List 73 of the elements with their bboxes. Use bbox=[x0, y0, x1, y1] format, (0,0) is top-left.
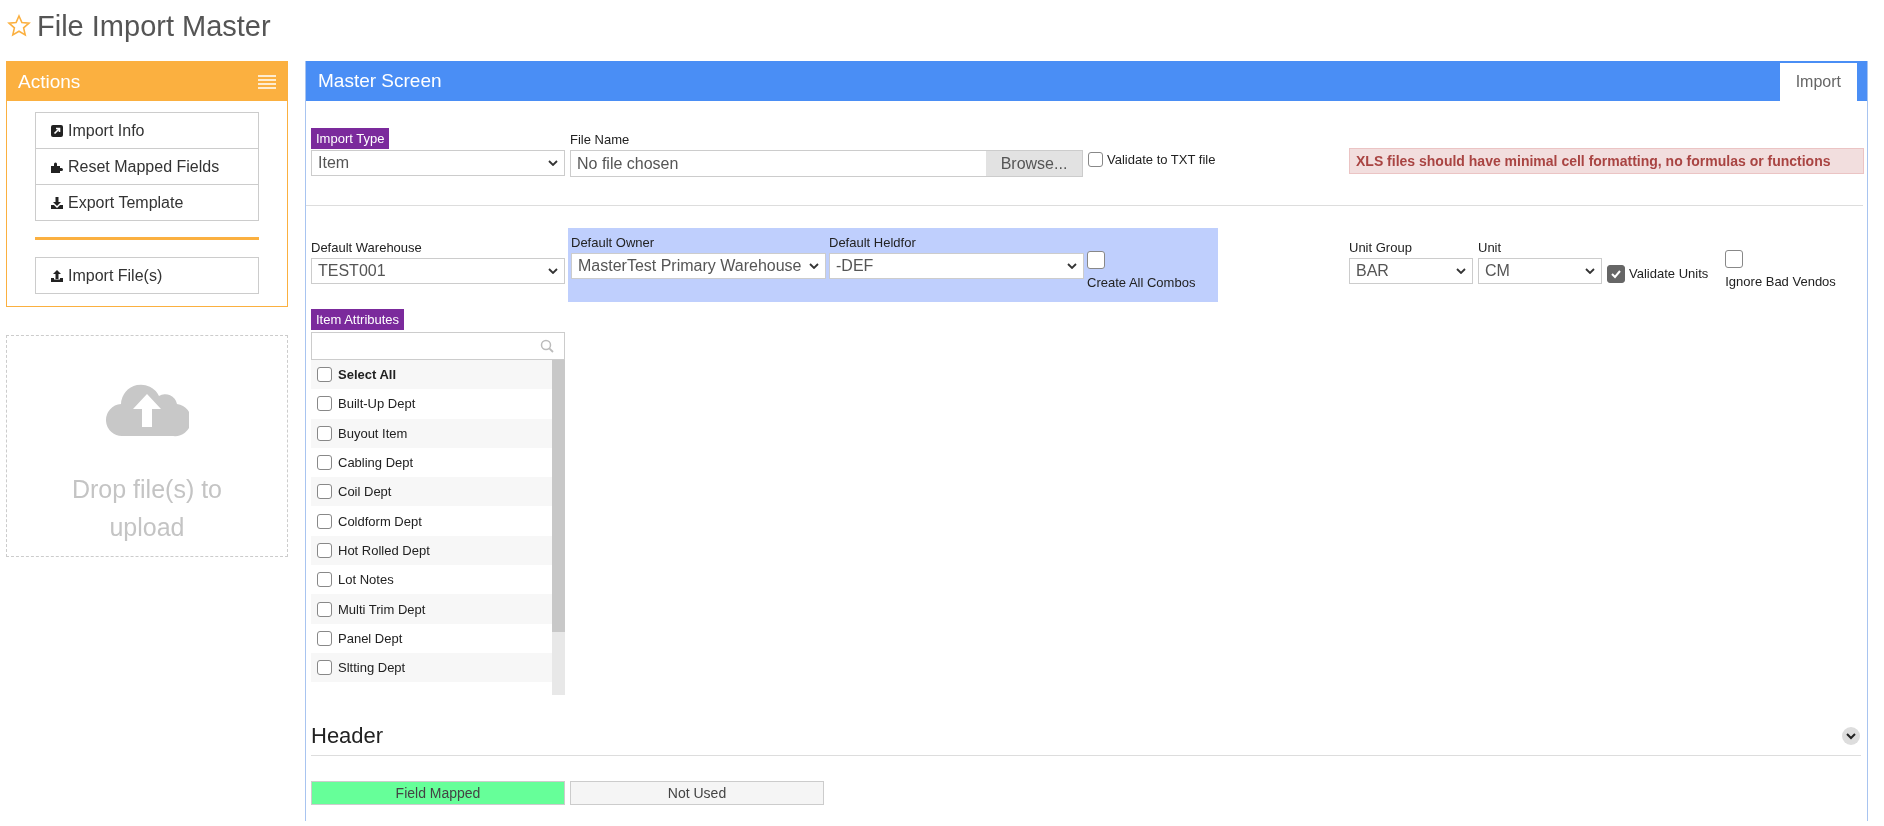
download-icon bbox=[50, 195, 64, 210]
upload-icon bbox=[50, 268, 64, 283]
checkbox[interactable] bbox=[317, 513, 332, 529]
checkbox[interactable] bbox=[317, 367, 332, 383]
list-item-label: Lot Notes bbox=[338, 572, 394, 588]
checkbox-label: Create All Combos bbox=[1087, 275, 1197, 290]
checkbox[interactable] bbox=[317, 601, 332, 617]
checkbox[interactable] bbox=[317, 425, 332, 441]
checkbox[interactable] bbox=[317, 572, 332, 588]
panel-title: Master Screen bbox=[317, 70, 442, 92]
list-item-label: Coil Dept bbox=[338, 484, 392, 500]
checkbox[interactable] bbox=[317, 630, 332, 646]
action-button[interactable]: Export Template bbox=[35, 184, 259, 221]
scrollbar-thumb[interactable] bbox=[552, 360, 565, 632]
field-label: Unit Group bbox=[1349, 239, 1413, 257]
list-item-label: Coldform Dept bbox=[338, 513, 422, 529]
checkbox-label: Validate to TXT file bbox=[1107, 152, 1216, 167]
caret-icon bbox=[1067, 263, 1077, 269]
field-label: Item Attributes bbox=[311, 309, 405, 330]
caret-icon bbox=[548, 268, 558, 274]
checkbox[interactable] bbox=[317, 455, 332, 471]
field-label: Default Heldfor bbox=[829, 234, 917, 252]
checkbox[interactable] bbox=[1607, 264, 1625, 283]
checkbox[interactable] bbox=[1088, 152, 1103, 167]
field-label: Import Type bbox=[311, 128, 390, 149]
action-button[interactable]: Import File(s) bbox=[35, 257, 259, 294]
checkbox-label: Ignore Bad Vendos bbox=[1725, 274, 1836, 289]
external-link-icon bbox=[50, 123, 64, 138]
caret-icon bbox=[1585, 268, 1595, 274]
checkbox[interactable] bbox=[317, 660, 332, 676]
search-field[interactable] bbox=[311, 332, 565, 360]
dropdown[interactable]: BAR bbox=[1349, 258, 1473, 284]
list-item-label: Multi Trim Dept bbox=[338, 601, 426, 617]
checkbox[interactable] bbox=[317, 484, 332, 500]
checkbox-label: Validate Units bbox=[1629, 266, 1709, 281]
caret-icon bbox=[1456, 268, 1466, 274]
list-item-label: Cabling Dept bbox=[338, 455, 414, 471]
file-input[interactable]: No file chosen Browse... bbox=[570, 150, 1083, 177]
list-item-label: Built-Up Dept bbox=[338, 396, 416, 412]
dropdown[interactable]: TEST001 bbox=[311, 258, 565, 284]
caret-icon bbox=[809, 263, 819, 269]
field-label: File Name bbox=[570, 131, 631, 149]
list-item-label: Panel Dept bbox=[338, 630, 403, 646]
warning-message: XLS files should have minimal cell formatting, no formulas or functions bbox=[1349, 148, 1864, 174]
legend-item: Not Used bbox=[570, 781, 824, 805]
field-label: Default Warehouse bbox=[311, 239, 423, 257]
list-item-label: Select All bbox=[338, 367, 397, 383]
action-button[interactable]: Reset Mapped Fields bbox=[35, 148, 259, 185]
list-item-label: Buyout Item bbox=[338, 425, 408, 441]
list-item-label: Sltting Dept bbox=[338, 660, 406, 676]
list-item-label: Hot Rolled Dept bbox=[338, 542, 430, 558]
checkbox[interactable] bbox=[317, 396, 332, 412]
dropdown[interactable]: Item bbox=[311, 150, 565, 176]
search-icon bbox=[540, 339, 554, 353]
field-label: Unit bbox=[1478, 239, 1503, 257]
browse-button[interactable]: Browse... bbox=[986, 151, 1082, 176]
checkbox[interactable] bbox=[1725, 250, 1744, 268]
section-title: Header bbox=[311, 723, 384, 749]
caret-icon bbox=[548, 160, 558, 166]
chevron-down-icon[interactable] bbox=[1841, 726, 1861, 746]
page-title: File Import Master bbox=[37, 9, 271, 43]
checkbox[interactable] bbox=[1087, 251, 1105, 269]
action-button[interactable]: Import Info bbox=[35, 112, 259, 149]
dropdown[interactable]: MasterTest Primary Warehouse bbox=[571, 253, 826, 279]
field-label: Default Owner bbox=[571, 234, 656, 252]
tab[interactable]: Import bbox=[1779, 63, 1857, 101]
legend-item: Field Mapped bbox=[311, 781, 565, 805]
star-icon[interactable] bbox=[7, 14, 31, 38]
checkbox[interactable] bbox=[317, 542, 332, 558]
drop-zone-text: Drop file(s) to upload bbox=[70, 474, 223, 543]
panel-title: Actions bbox=[18, 70, 81, 93]
dropdown[interactable]: CM bbox=[1478, 258, 1602, 284]
dropdown[interactable]: -DEF bbox=[829, 253, 1084, 279]
